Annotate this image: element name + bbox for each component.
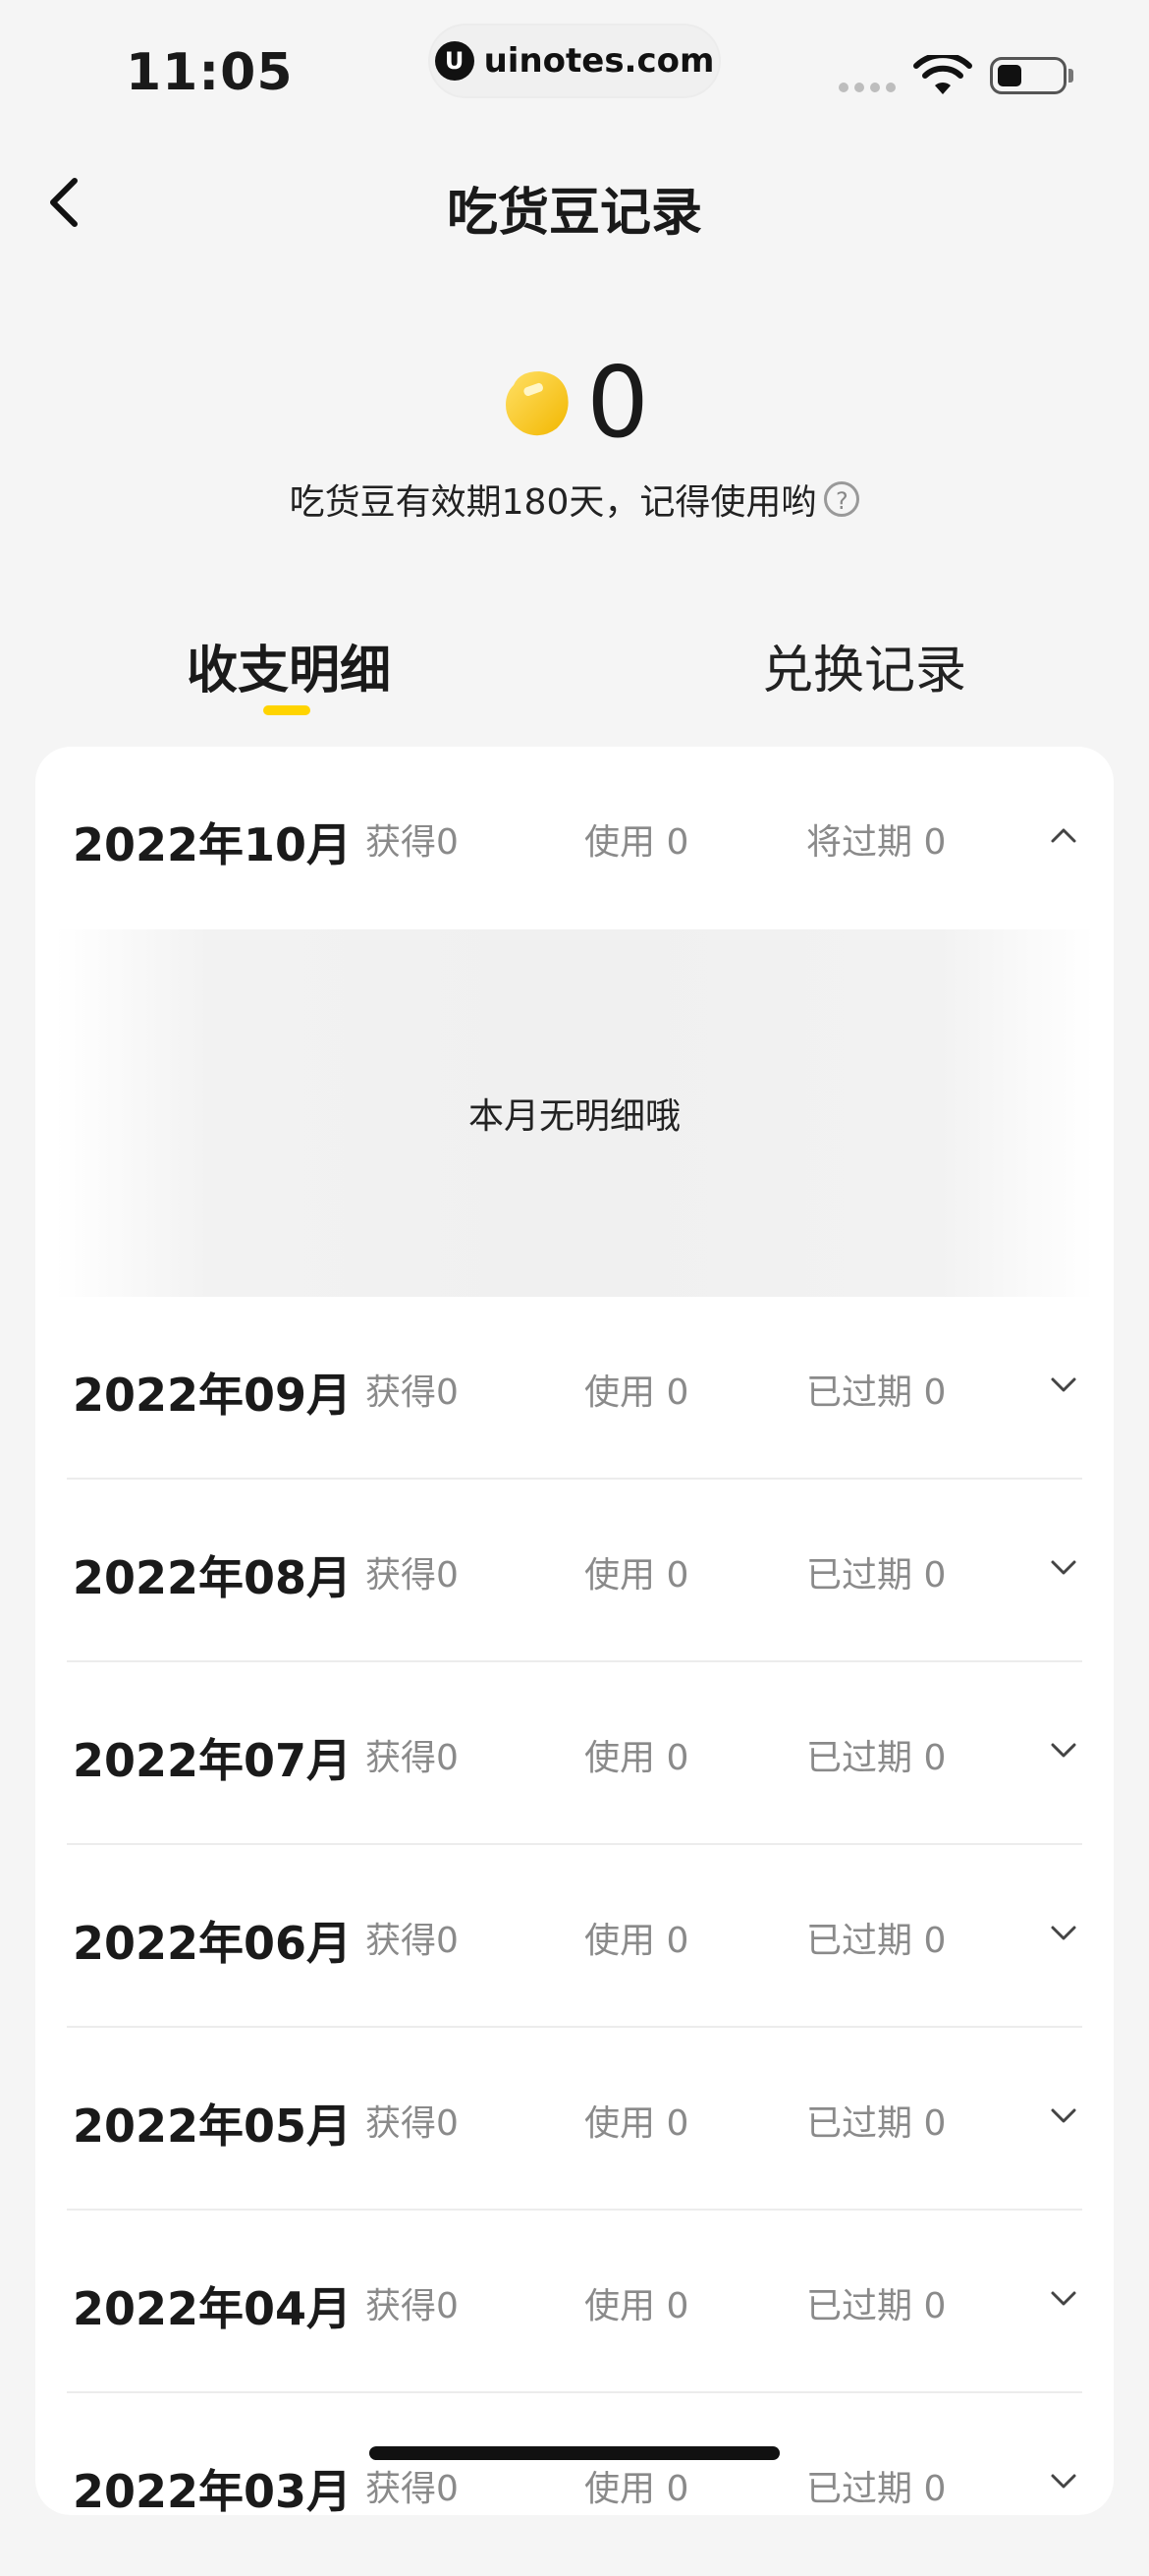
month-label: 2022年07月 <box>73 1734 353 1787</box>
month-row-2022-07[interactable]: 2022年07月 获得0 使用 0 已过期 0 <box>35 1662 1114 1845</box>
month-label: 2022年05月 <box>73 2100 353 2153</box>
status-bar: 11:05 U uinotes.com <box>0 0 1149 128</box>
home-indicator[interactable] <box>369 2446 780 2460</box>
chevron-down-icon[interactable] <box>1049 2472 1078 2492</box>
earned-count: 获得0 <box>365 1372 459 1413</box>
tab-bar: 收支明细 兑换记录 <box>0 629 1149 727</box>
expired-count: 已过期 0 <box>806 1372 947 1413</box>
chevron-down-icon[interactable] <box>1049 1375 1078 1395</box>
records-card: 2022年10月 获得0 使用 0 将过期 0 本月无明细哦 2022年09月 … <box>35 747 1114 2518</box>
expired-count: 已过期 0 <box>806 2103 947 2144</box>
battery-icon <box>990 57 1067 94</box>
cellular-signal-icon <box>839 83 896 92</box>
empty-state: 本月无明细哦 <box>55 929 1094 1297</box>
expired-count: 已过期 0 <box>806 1738 947 1778</box>
nav-bar: 吃货豆记录 <box>0 157 1149 246</box>
month-label: 2022年03月 <box>73 2465 353 2518</box>
validity-note: 吃货豆有效期180天，记得使用哟 ? <box>0 474 1149 525</box>
month-label: 2022年08月 <box>73 1551 353 1604</box>
used-count: 使用 0 <box>584 1372 689 1413</box>
month-label: 2022年10月 <box>73 818 353 871</box>
expired-count: 已过期 0 <box>806 1921 947 1961</box>
validity-text: 吃货豆有效期180天，记得使用哟 <box>289 482 817 523</box>
chevron-down-icon[interactable] <box>1049 1741 1078 1761</box>
tab-exchange-records[interactable]: 兑换记录 <box>762 629 966 702</box>
month-row-2022-09[interactable]: 2022年09月 获得0 使用 0 已过期 0 <box>35 1297 1114 1480</box>
earned-count: 获得0 <box>365 2469 459 2509</box>
month-label: 2022年04月 <box>73 2282 353 2335</box>
page-title: 吃货豆记录 <box>446 184 702 243</box>
earned-count: 获得0 <box>365 822 459 863</box>
expire-count: 将过期 0 <box>806 822 947 863</box>
url-text: uinotes.com <box>483 41 715 81</box>
expired-count: 已过期 0 <box>806 2286 947 2326</box>
chevron-up-icon[interactable] <box>1049 825 1078 845</box>
status-time: 11:05 <box>126 43 294 102</box>
chevron-down-icon[interactable] <box>1049 1558 1078 1578</box>
used-count: 使用 0 <box>584 1555 689 1596</box>
month-row-2022-10[interactable]: 2022年10月 获得0 使用 0 将过期 0 <box>35 747 1114 929</box>
earned-count: 获得0 <box>365 2103 459 2144</box>
earned-count: 获得0 <box>365 1921 459 1961</box>
earned-count: 获得0 <box>365 1555 459 1596</box>
month-label: 2022年09月 <box>73 1369 353 1422</box>
bean-icon <box>506 371 569 436</box>
earned-count: 获得0 <box>365 2286 459 2326</box>
chevron-down-icon[interactable] <box>1049 2106 1078 2126</box>
month-row-2022-04[interactable]: 2022年04月 获得0 使用 0 已过期 0 <box>35 2211 1114 2393</box>
wifi-icon <box>913 55 972 94</box>
month-row-2022-03[interactable]: 2022年03月 获得0 使用 0 已过期 0 <box>35 2393 1114 2576</box>
tab-income-expense[interactable]: 收支明细 <box>187 629 391 702</box>
empty-state-text: 本月无明细哦 <box>467 1096 681 1137</box>
site-logo-icon: U <box>434 41 474 81</box>
battery-tip <box>1068 69 1073 83</box>
expired-count: 已过期 0 <box>806 2469 947 2509</box>
balance-value: 0 <box>586 345 649 460</box>
url-pill[interactable]: U uinotes.com <box>430 26 719 96</box>
used-count: 使用 0 <box>584 822 689 863</box>
expired-count: 已过期 0 <box>806 1555 947 1596</box>
chevron-down-icon[interactable] <box>1049 2289 1078 2309</box>
month-row-2022-06[interactable]: 2022年06月 获得0 使用 0 已过期 0 <box>35 1845 1114 2028</box>
used-count: 使用 0 <box>584 2286 689 2326</box>
used-count: 使用 0 <box>584 2103 689 2144</box>
month-row-2022-08[interactable]: 2022年08月 获得0 使用 0 已过期 0 <box>35 1480 1114 1662</box>
earned-count: 获得0 <box>365 1738 459 1778</box>
used-count: 使用 0 <box>584 1921 689 1961</box>
month-row-2022-05[interactable]: 2022年05月 获得0 使用 0 已过期 0 <box>35 2028 1114 2211</box>
used-count: 使用 0 <box>584 1738 689 1778</box>
help-icon[interactable]: ? <box>824 481 860 517</box>
tab-active-indicator <box>263 705 310 715</box>
balance-summary: 0 <box>0 344 1149 462</box>
chevron-down-icon[interactable] <box>1049 1924 1078 1943</box>
used-count: 使用 0 <box>584 2469 689 2509</box>
month-label: 2022年06月 <box>73 1917 353 1970</box>
